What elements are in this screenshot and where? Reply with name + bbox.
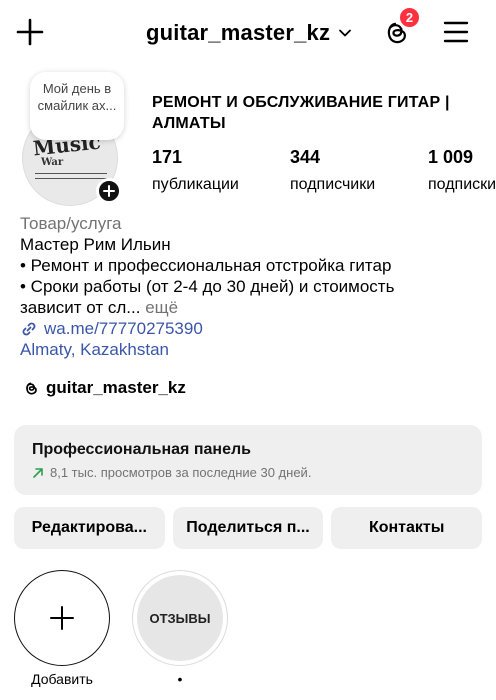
stat-following-label: подписки	[428, 176, 496, 193]
create-plus-icon[interactable]	[14, 16, 46, 48]
profile-actions: Редактирова... Поделиться п... Контакты	[14, 507, 483, 549]
contacts-button[interactable]: Контакты	[331, 507, 483, 549]
stat-followers-label: подписчики	[290, 176, 376, 193]
highlight-label: •	[177, 671, 183, 687]
highlight-reviews-circle[interactable]: ОТЗЫВЫ	[132, 570, 228, 666]
link-icon	[22, 322, 36, 335]
bio-line: Мастер Рим Ильин	[20, 235, 171, 254]
profile-stats: 171 публикации 344 подписчики 1 009 подп…	[152, 146, 496, 196]
new-highlight-button[interactable]	[14, 570, 110, 666]
highlight-label: Добавить	[31, 671, 93, 687]
bio: Товар/услуга Мастер Рим Ильин • Ремонт и…	[20, 213, 480, 360]
edit-profile-button[interactable]: Редактирова...	[14, 507, 165, 549]
avatar-logo-subtext: War	[41, 157, 64, 168]
trend-up-arrow-icon	[33, 467, 43, 478]
bio-line: • Сроки работы (от 2-4 до 30 дней) и сто…	[20, 277, 395, 296]
note-bubble[interactable]: Мой день в смайлик ах...	[30, 72, 124, 140]
notification-badge: 2	[398, 6, 421, 29]
bio-line-text: зависит от сл...	[20, 298, 141, 317]
stat-following-value: 1 009	[428, 147, 474, 167]
bio-category: Товар/услуга	[20, 214, 122, 233]
stat-posts[interactable]: 171 публикации	[152, 146, 272, 196]
dashboard-views-text: 8,1 тыс. просмотров за последние 30 дней…	[50, 465, 312, 480]
threads-profile-link[interactable]: guitar_master_kz	[20, 375, 188, 401]
threads-small-icon	[26, 382, 37, 395]
share-profile-button[interactable]: Поделиться п...	[172, 507, 324, 549]
stat-followers-value: 344	[290, 147, 321, 167]
account-switcher[interactable]: guitar_master_kz	[146, 18, 352, 48]
dashboard-subtitle: 8,1 тыс. просмотров за последние 30 дней…	[32, 465, 464, 480]
stat-following[interactable]: 1 009 подписки	[428, 146, 496, 196]
menu-icon[interactable]	[442, 18, 470, 46]
add-story-plus-icon[interactable]	[96, 178, 122, 204]
chevron-down-icon	[339, 29, 352, 37]
bio-link-text: wa.me/77770275390	[44, 319, 203, 338]
highlight-reviews[interactable]: ОТЗЫВЫ •	[132, 570, 228, 688]
professional-dashboard[interactable]: Профессиональная панель 8,1 тыс. просмот…	[14, 425, 482, 495]
bio-line: • Ремонт и профессиональная отстройка ги…	[20, 256, 392, 275]
bio-location[interactable]: Almaty, Kazakhstan	[20, 339, 480, 360]
highlight-cover: ОТЗЫВЫ	[137, 575, 223, 661]
bio-line-truncated: зависит от сл... ещё	[20, 297, 480, 318]
header-username: guitar_master_kz	[146, 20, 331, 45]
plus-icon	[50, 606, 74, 630]
dashboard-title: Профессиональная панель	[32, 441, 251, 458]
bio-link[interactable]: wa.me/77770275390	[20, 318, 480, 339]
stat-followers[interactable]: 344 подписчики	[290, 146, 410, 196]
highlight-new[interactable]: Добавить	[14, 570, 110, 688]
avatar-logo-staff	[35, 173, 107, 179]
threads-handle: guitar_master_kz	[46, 378, 186, 397]
profile-name: РЕМОНТ И ОБСЛУЖИВАНИЕ ГИТАР | АЛМАТЫ	[152, 94, 450, 132]
top-bar: guitar_master_kz 2	[0, 0, 496, 64]
bio-more-button[interactable]: ещё	[140, 298, 178, 317]
stat-posts-label: публикации	[152, 176, 239, 193]
stat-posts-value: 171	[152, 147, 183, 167]
